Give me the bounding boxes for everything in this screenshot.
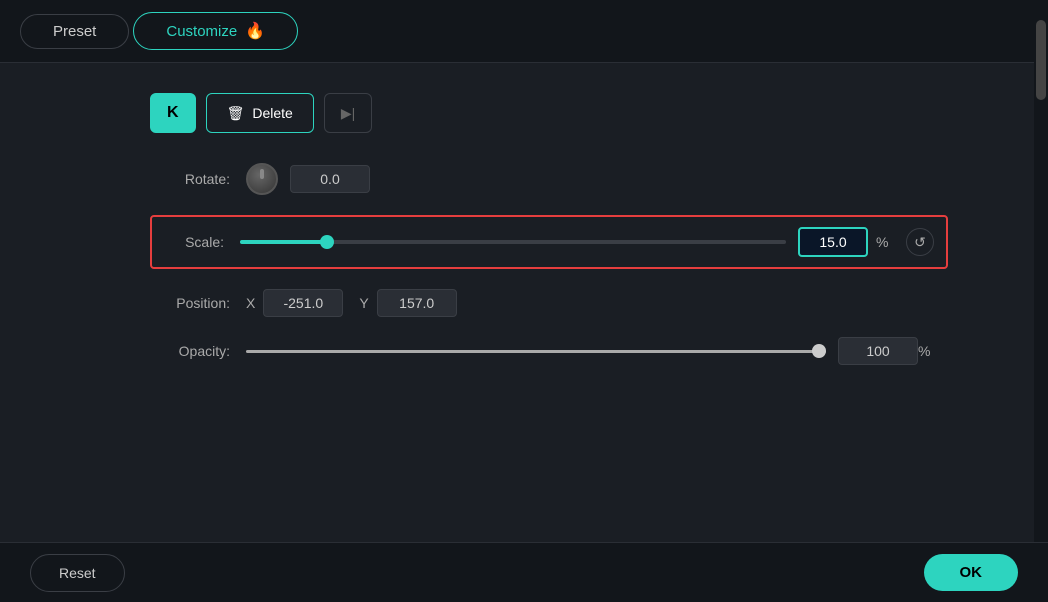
opacity-label: Opacity: [150, 343, 230, 359]
position-row: Position: X -251.0 Y 157.0 [150, 289, 948, 317]
tab-customize[interactable]: Customize 🔥 [133, 12, 298, 50]
rotate-knob[interactable] [246, 163, 278, 195]
scale-slider-container [240, 232, 786, 252]
delete-label: Delete [252, 105, 292, 121]
scale-row: Scale: 15.0 % ↺ [150, 215, 948, 269]
opacity-slider-container [246, 341, 826, 361]
position-y-value[interactable]: 157.0 [377, 289, 457, 317]
scale-unit: % [876, 234, 896, 250]
tab-preset[interactable]: Preset [20, 14, 129, 49]
rotate-row: Rotate: 0.0 [150, 163, 948, 195]
scale-reset-button[interactable]: ↺ [906, 228, 934, 256]
customize-label: Customize [166, 23, 237, 40]
main-content: K 🗑 Delete ▶| Rotate: 0.0 Scale: 15.0 % … [0, 63, 1048, 405]
delete-button[interactable]: 🗑 Delete [206, 93, 314, 133]
rotate-value[interactable]: 0.0 [290, 165, 370, 193]
bottom-bar: Reset OK [0, 542, 1048, 602]
opacity-value[interactable]: 100 [838, 337, 918, 365]
scale-label: Scale: [164, 234, 224, 250]
k-button[interactable]: K [150, 93, 196, 133]
opacity-unit: % [918, 343, 938, 359]
trash-icon: 🗑 [227, 105, 245, 122]
tab-bar: Preset Customize 🔥 [0, 0, 1048, 63]
position-label: Position: [150, 295, 230, 311]
scale-value[interactable]: 15.0 [798, 227, 868, 257]
x-label: X [246, 295, 255, 311]
position-x-value[interactable]: -251.0 [263, 289, 343, 317]
action-buttons: K 🗑 Delete ▶| [150, 93, 948, 133]
y-label: Y [359, 295, 368, 311]
next-button[interactable]: ▶| [324, 93, 372, 133]
scale-slider[interactable] [240, 240, 786, 244]
opacity-slider[interactable] [246, 350, 826, 353]
crown-icon: 🔥 [245, 21, 265, 41]
reset-button[interactable]: Reset [30, 554, 125, 592]
opacity-row: Opacity: 100 % [150, 337, 948, 365]
ok-button[interactable]: OK [924, 554, 1019, 591]
rotate-label: Rotate: [150, 171, 230, 187]
